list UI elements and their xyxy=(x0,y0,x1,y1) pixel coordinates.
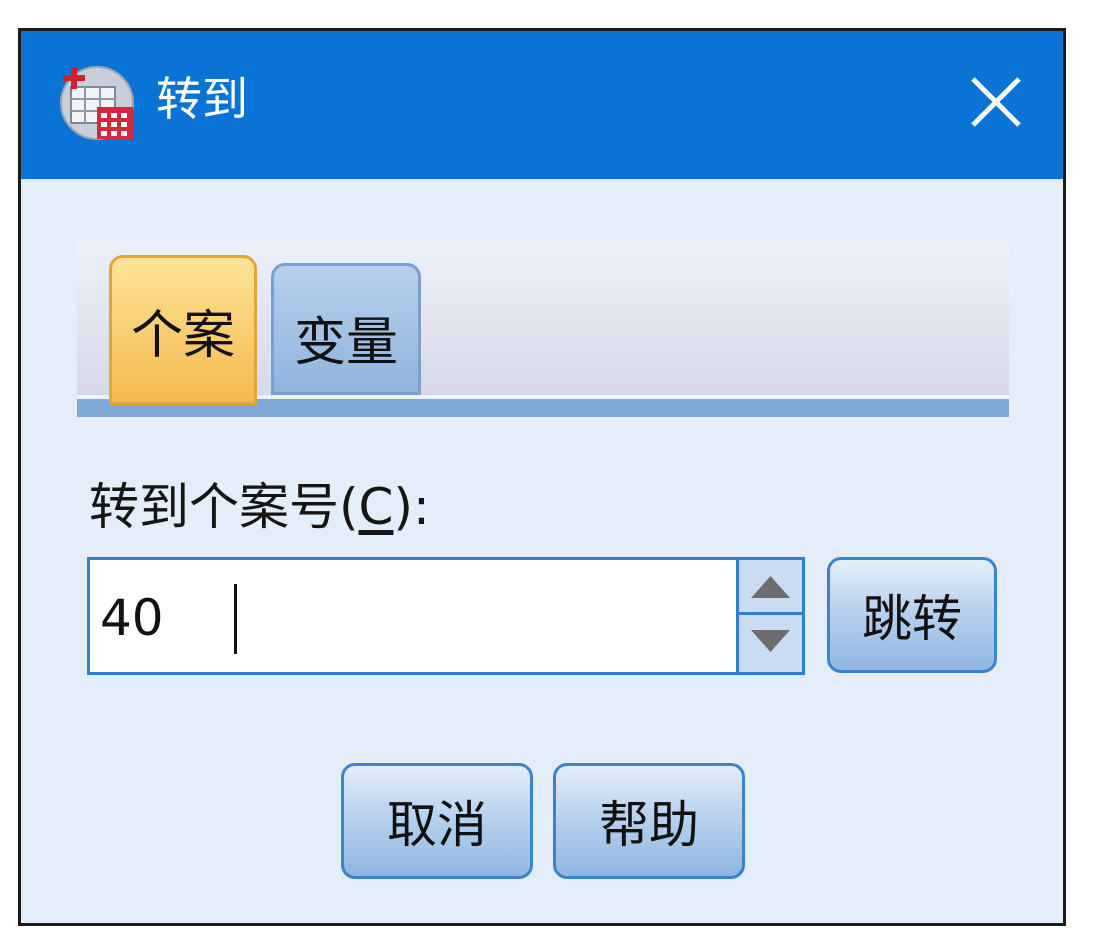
cancel-button-label: 取消 xyxy=(387,796,487,854)
text-caret xyxy=(234,584,237,654)
help-button[interactable]: 帮助 xyxy=(553,763,745,879)
case-number-value: 40 xyxy=(100,589,164,647)
case-number-input[interactable]: 40 xyxy=(87,557,805,675)
triangle-down-icon xyxy=(751,630,790,652)
help-button-label: 帮助 xyxy=(599,796,699,854)
dialog-title: 转到 xyxy=(156,72,248,126)
case-number-label: 转到个案号(C): xyxy=(89,477,430,537)
jump-button[interactable]: 跳转 xyxy=(827,557,997,673)
jump-button-label: 跳转 xyxy=(862,590,962,648)
spin-down-button[interactable] xyxy=(739,616,802,671)
case-number-spinner xyxy=(736,560,802,672)
spss-data-editor-icon xyxy=(60,66,134,140)
case-number-label-suffix: ): xyxy=(393,478,430,536)
title-bar[interactable]: 转到 xyxy=(21,31,1063,179)
tab-variables-label: 变量 xyxy=(293,312,398,373)
spin-up-button[interactable] xyxy=(739,560,802,615)
cancel-button[interactable]: 取消 xyxy=(341,763,533,879)
triangle-up-icon xyxy=(751,576,790,598)
case-number-label-text: 转到个案号( xyxy=(89,478,359,536)
tab-cases-label: 个案 xyxy=(130,305,235,366)
tab-cases[interactable]: 个案 xyxy=(109,255,257,405)
close-icon[interactable] xyxy=(967,73,1025,131)
go-to-dialog: 转到 个案 变量 转到个案号(C): 40 跳转 取消 帮助 xyxy=(18,28,1066,926)
case-number-label-mnemonic: C xyxy=(358,478,394,536)
tab-variables[interactable]: 变量 xyxy=(271,263,421,395)
